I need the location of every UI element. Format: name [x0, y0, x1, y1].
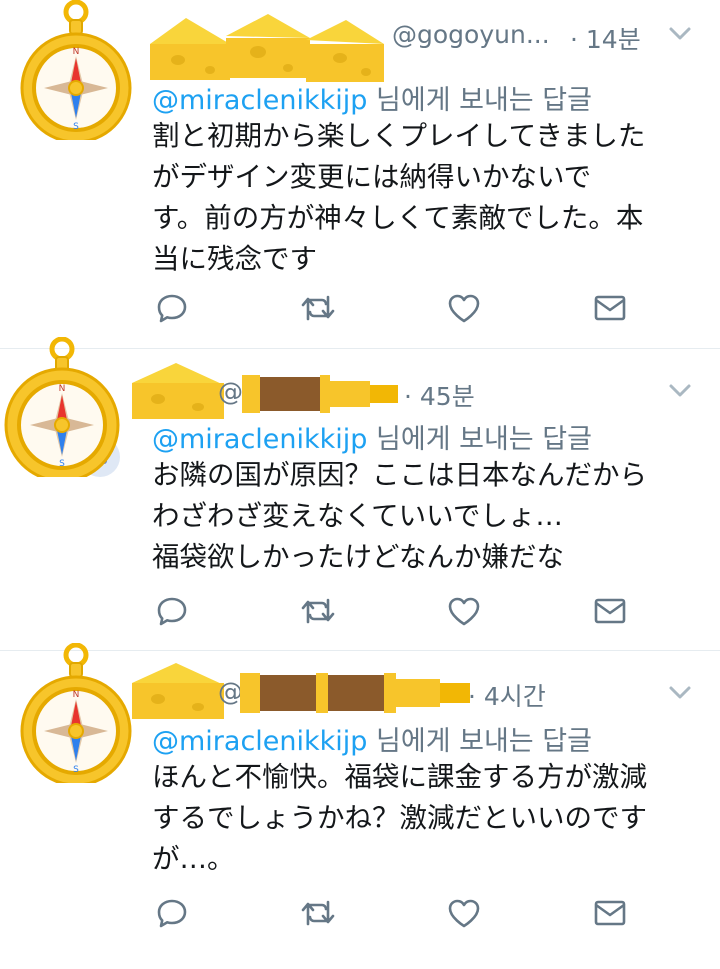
like-button[interactable] — [444, 288, 484, 328]
reply-context-label: 님에게 보내는 답글 — [367, 726, 592, 757]
reply-icon — [157, 899, 187, 928]
mention-link[interactable]: @miraclenikkijp — [152, 85, 367, 116]
svg-text:S: S — [73, 122, 79, 132]
reply-context: @miraclenikkijp 님에게 보내는 답글 — [152, 417, 592, 456]
reply-context-label: 님에게 보내는 답글 — [367, 424, 592, 455]
tweet-text-line: 割と初期から楽しくプレイしてきました — [152, 120, 646, 152]
retweet-button[interactable] — [298, 591, 338, 631]
tweet-text-line: するでしょうかね？激減だといいのです — [152, 802, 647, 834]
like-button[interactable] — [444, 893, 484, 933]
svg-text:N: N — [59, 384, 66, 394]
tweet-text: ほんと不愉快。福袋に課金する方が激減 するでしょうかね？激減だといいのです が…… — [152, 757, 682, 880]
tweet-actions — [152, 591, 632, 631]
retweet-icon — [301, 295, 335, 321]
dm-button[interactable] — [590, 591, 630, 631]
envelope-icon — [594, 900, 626, 926]
reply-icon — [157, 294, 187, 323]
avatar[interactable]: N S — [18, 0, 134, 140]
tweet-text-line: わざわざ変えなくていいでしょ… — [152, 500, 563, 532]
reply-icon — [157, 597, 187, 626]
reply-context-label: 님에게 보내는 답글 — [367, 85, 592, 116]
svg-text:S: S — [59, 459, 65, 469]
user-handle[interactable]: @ — [218, 377, 243, 406]
cheese-sticker — [132, 663, 224, 719]
tweet[interactable]: N S @gogoyun... · 14분 @miraclenikkijp 님에… — [0, 0, 720, 348]
svg-text:S: S — [73, 765, 79, 775]
tweet-text-line: が…。 — [152, 843, 235, 875]
avatar[interactable]: N S — [0, 337, 120, 477]
tweet-feed: N S @gogoyun... · 14분 @miraclenikkijp 님에… — [0, 0, 720, 969]
tweet-text-line: お隣の国が原因？ここは日本なんだから — [152, 459, 647, 491]
tweet-text-line: がデザイン変更には納得いかないで — [152, 161, 592, 193]
tweet-header: @gogoyun... · 14분 — [150, 12, 700, 82]
tweet-text-line: 当に残念です — [152, 243, 317, 275]
timestamp[interactable]: · 14분 — [570, 20, 641, 56]
tweet-text-line: す。前の方が神々しくて素敵でした。本 — [152, 202, 644, 234]
heart-icon — [448, 597, 480, 626]
tweet-actions — [152, 288, 632, 328]
tweet[interactable]: N S @ · 45분 @miraclenikkijp 님에게 보내는 답글 お… — [0, 337, 720, 650]
tweet-header: @ · 4시간 — [132, 661, 700, 719]
mention-link[interactable]: @miraclenikkijp — [152, 424, 367, 455]
svg-text:N: N — [73, 47, 80, 57]
dm-button[interactable] — [590, 893, 630, 933]
timestamp[interactable]: · 45분 — [404, 377, 475, 413]
tweet-text-line: 福袋欲しかったけどなんか嫌だな — [152, 541, 564, 573]
tweet-text: お隣の国が原因？ここは日本なんだから わざわざ変えなくていいでしょ… 福袋欲しか… — [152, 455, 682, 578]
tweet-text: 割と初期から楽しくプレイしてきました がデザイン変更には納得いかないで す。前の… — [152, 116, 682, 280]
reply-button[interactable] — [152, 591, 192, 631]
user-handle[interactable]: @gogoyun... — [392, 20, 550, 49]
tweet[interactable]: N S @ · 4시간 @miraclenikkijp 님에게 보내는 답글 ほ… — [0, 643, 720, 969]
tweet-header: @ · 45분 — [132, 361, 700, 419]
heart-icon — [448, 899, 480, 928]
compass-icon: N S — [4, 337, 120, 477]
envelope-icon — [594, 598, 626, 624]
telescope-sticker — [242, 375, 398, 413]
reply-context: @miraclenikkijp 님에게 보내는 답글 — [152, 719, 592, 758]
avatar[interactable]: N S — [18, 643, 134, 783]
compass-icon: N S — [20, 0, 132, 140]
retweet-button[interactable] — [298, 893, 338, 933]
mention-link[interactable]: @miraclenikkijp — [152, 726, 367, 757]
like-button[interactable] — [444, 591, 484, 631]
chevron-down-icon[interactable] — [668, 685, 692, 701]
timestamp[interactable]: · 4시간 — [468, 677, 546, 713]
heart-icon — [448, 294, 480, 323]
envelope-icon — [594, 295, 626, 321]
retweet-button[interactable] — [298, 288, 338, 328]
tweet-actions — [152, 893, 632, 933]
dm-button[interactable] — [590, 288, 630, 328]
retweet-icon — [301, 900, 335, 926]
cheese-sticker — [150, 14, 384, 82]
tweet-text-line: ほんと不愉快。福袋に課金する方が激減 — [152, 761, 647, 793]
cheese-sticker — [132, 363, 224, 419]
chevron-down-icon[interactable] — [668, 26, 692, 42]
reply-button[interactable] — [152, 288, 192, 328]
chevron-down-icon[interactable] — [668, 383, 692, 399]
reply-context: @miraclenikkijp 님에게 보내는 답글 — [152, 78, 592, 117]
retweet-icon — [301, 598, 335, 624]
telescope-sticker — [240, 673, 470, 713]
svg-text:N: N — [73, 690, 80, 700]
reply-button[interactable] — [152, 893, 192, 933]
compass-icon: N S — [20, 643, 132, 783]
